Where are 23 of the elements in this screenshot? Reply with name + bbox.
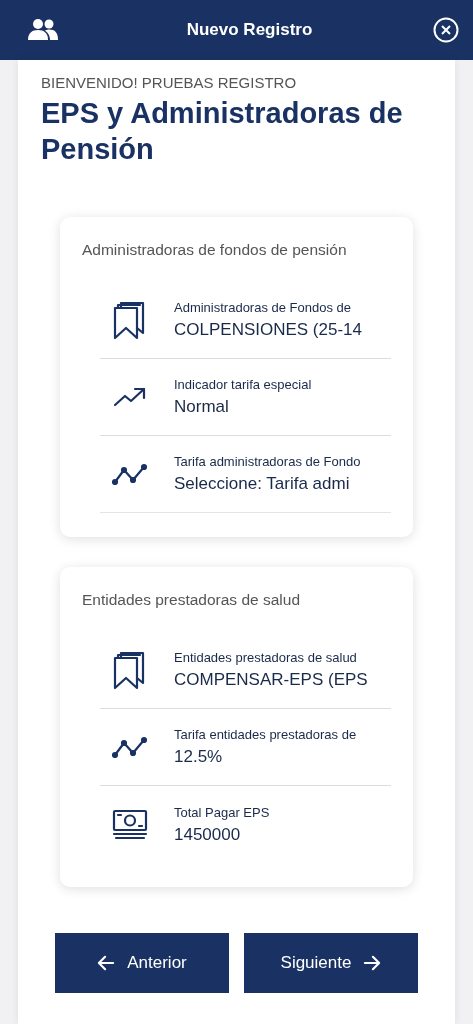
- field-value: Normal: [174, 397, 230, 417]
- field-label: Tarifa entidades prestadoras de: [174, 727, 358, 742]
- window-title: Nuevo Registro: [186, 20, 313, 40]
- field-value: COLPENSIONES (25-14: [174, 320, 363, 340]
- field-label: Indicador tarifa especial: [174, 377, 313, 392]
- field-value: 1450000: [174, 824, 242, 845]
- users-icon[interactable]: [28, 18, 58, 42]
- field-value: 12.5%: [174, 747, 224, 767]
- card-title: Entidades prestadoras de salud: [82, 591, 301, 609]
- greeting-text: BIENVENIDO! PRUEBAS REGISTRO: [41, 74, 298, 91]
- field-value: COMPENSAR-EPS (EPS: [174, 670, 369, 690]
- arrow-right-icon: [363, 955, 382, 971]
- field-value: Seleccione: Tarifa admi: [174, 474, 351, 494]
- close-icon[interactable]: [433, 17, 459, 43]
- field-label: Entidades prestadoras de salud: [174, 650, 358, 665]
- page-heading: EPS y Administradoras de Pensión: [41, 96, 404, 167]
- field-label: Total Pagar EPS: [174, 804, 271, 820]
- field-label: Tarifa administradoras de Fondo: [174, 454, 362, 469]
- next-button[interactable]: Siguiente: [244, 933, 418, 993]
- field-label: Administradoras de Fondos de: [174, 300, 353, 315]
- card-title: Administradoras de fondos de pensión: [82, 241, 348, 259]
- arrow-left-icon: [97, 955, 116, 971]
- previous-button[interactable]: Anterior: [55, 933, 229, 993]
